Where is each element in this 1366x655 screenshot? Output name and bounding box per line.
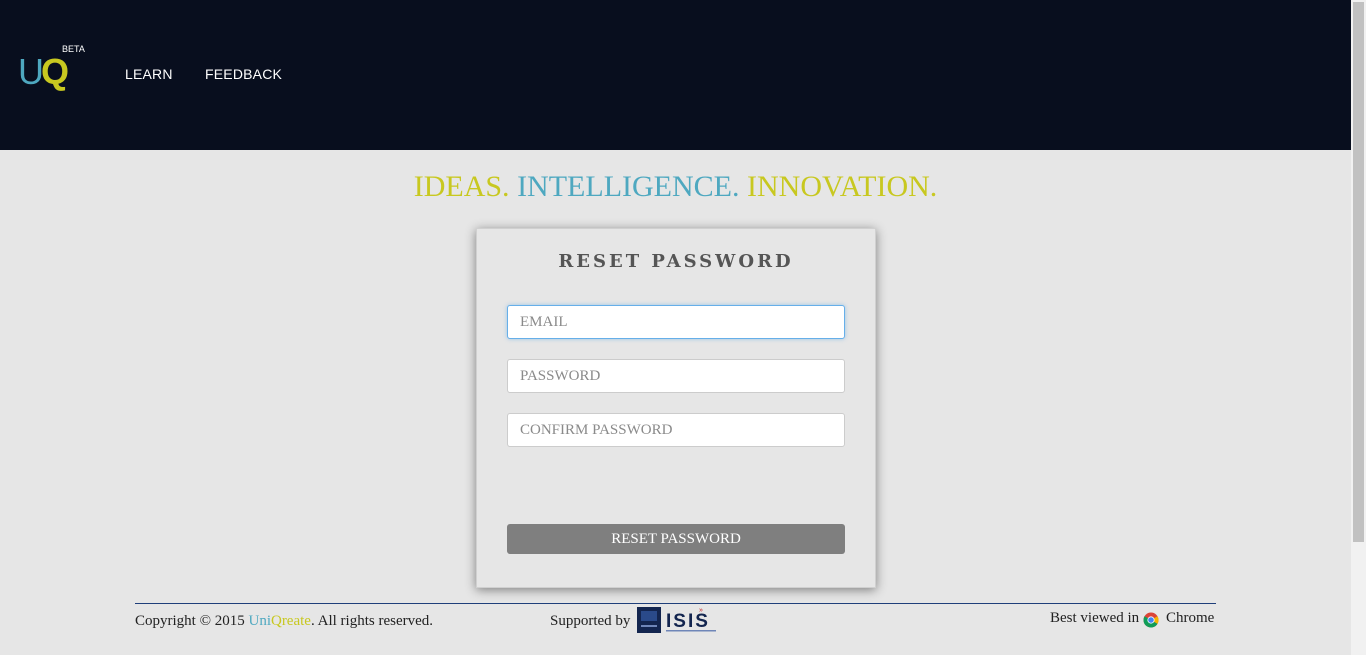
tagline: IDEAS. INTELLIGENCE. INNOVATION.	[0, 170, 1351, 204]
page-scrollbar[interactable]	[1351, 0, 1366, 655]
email-input[interactable]	[507, 305, 845, 339]
confirm-password-input[interactable]	[507, 413, 845, 447]
logo-letter-q: Q	[41, 51, 70, 92]
scrollbar-thumb[interactable]	[1353, 2, 1364, 542]
footer-divider	[135, 603, 1216, 604]
nav-learn[interactable]: LEARN	[125, 66, 173, 82]
isis-logo-text: ISIS	[666, 611, 710, 632]
copyright-suffix: . All rights reserved.	[310, 613, 434, 629]
copyright-text: Copyright © 2015 UniQreate. All rights r…	[135, 613, 433, 630]
beta-badge: BETA	[62, 44, 85, 54]
reset-password-card: RESET PASSWORD RESET PASSWORD	[476, 228, 876, 588]
copyright-prefix: Copyright © 2015	[135, 613, 245, 629]
tagline-ideas: IDEAS.	[413, 170, 510, 203]
svg-text:»: »	[699, 607, 703, 614]
uq-logo[interactable]: U Q BETA	[18, 44, 88, 92]
best-viewed-label: Best viewed in	[1050, 610, 1140, 626]
brand-qreate[interactable]: Qreate	[271, 613, 311, 629]
supported-by-label: Supported by	[550, 613, 631, 629]
chrome-icon	[1143, 612, 1159, 628]
reset-password-button[interactable]: RESET PASSWORD	[507, 524, 845, 554]
tagline-innovation: INNOVATION.	[747, 170, 938, 203]
brand-uni[interactable]: Uni	[248, 613, 271, 629]
password-input[interactable]	[507, 359, 845, 393]
form-title: RESET PASSWORD	[558, 251, 794, 272]
nav-feedback[interactable]: FEEDBACK	[205, 66, 282, 82]
browser-name: Chrome	[1166, 610, 1215, 626]
top-header: U Q BETA LEARN FEEDBACK	[0, 0, 1351, 150]
tagline-intelligence: INTELLIGENCE.	[517, 170, 740, 203]
isis-logo[interactable]: ISIS »	[637, 605, 719, 635]
